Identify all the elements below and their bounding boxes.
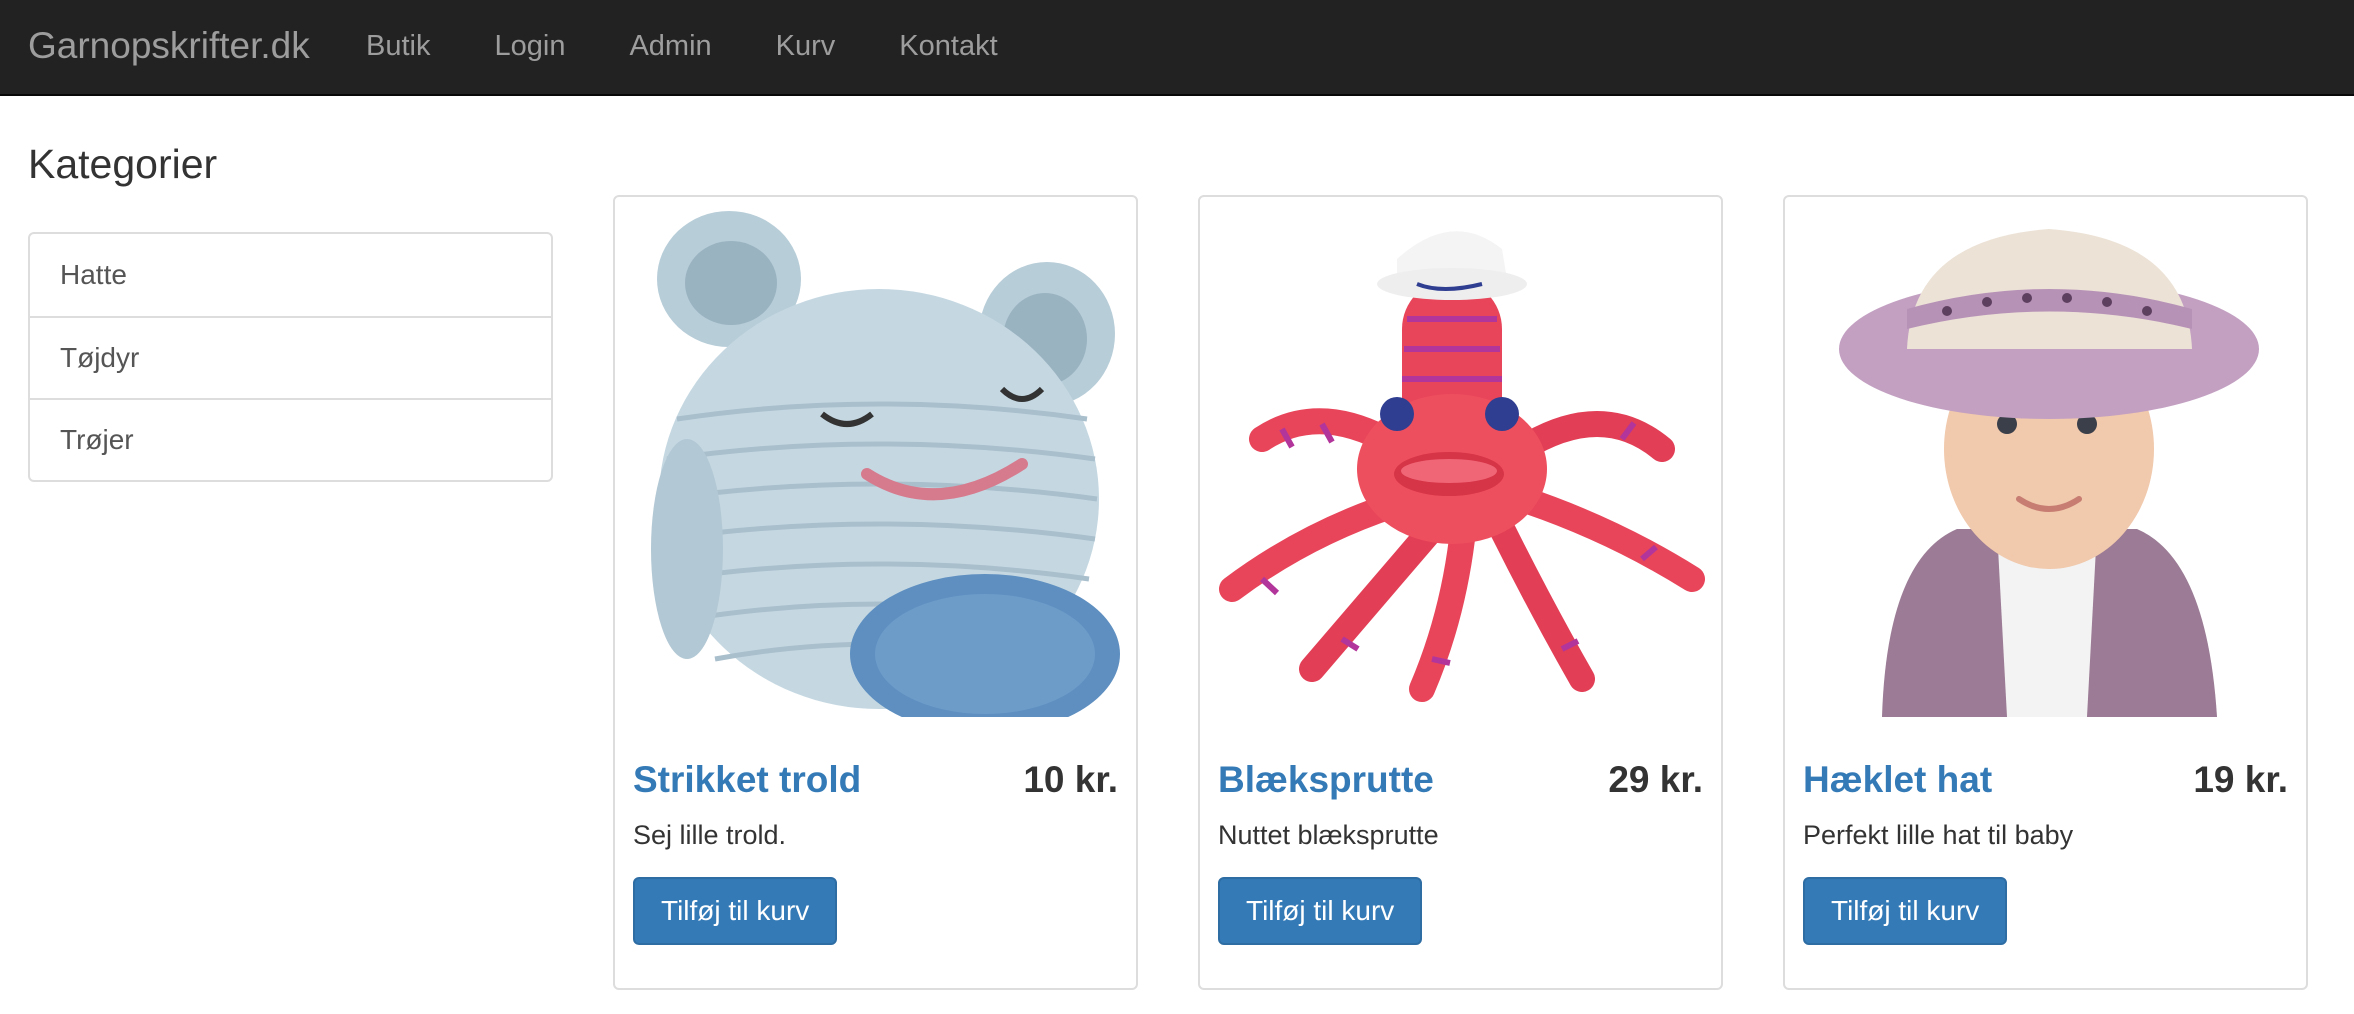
product-title[interactable]: Hæklet hat bbox=[1803, 757, 1992, 803]
add-to-cart-button[interactable]: Tilføj til kurv bbox=[1803, 877, 2008, 945]
top-navbar: Garnopskrifter.dk Butik Login Admin Kurv… bbox=[0, 0, 2354, 96]
category-list: Hatte Tøjdyr Trøjer bbox=[28, 232, 553, 482]
product-title[interactable]: Strikket trold bbox=[633, 757, 861, 803]
product-price: 10 kr. bbox=[1023, 759, 1118, 800]
nav-link-login[interactable]: Login bbox=[494, 26, 565, 66]
product-title[interactable]: Blæksprutte bbox=[1218, 757, 1434, 803]
categories-heading: Kategorier bbox=[28, 141, 218, 187]
category-item-hatte[interactable]: Hatte bbox=[30, 234, 551, 316]
product-description: Perfekt lille hat til baby bbox=[1803, 820, 2074, 850]
nav-link-butik[interactable]: Butik bbox=[366, 26, 430, 66]
product-card: Strikket trold 10 kr. Sej lille trold. T… bbox=[613, 195, 1138, 990]
product-image-hat[interactable] bbox=[1787, 199, 2305, 717]
product-image-octopus[interactable] bbox=[1202, 199, 1720, 717]
product-description: Nuttet blæksprutte bbox=[1218, 820, 1439, 850]
nav-link-kontakt[interactable]: Kontakt bbox=[899, 26, 997, 66]
add-to-cart-button[interactable]: Tilføj til kurv bbox=[1218, 877, 1423, 945]
troll-illustration bbox=[651, 211, 1120, 717]
add-to-cart-button[interactable]: Tilføj til kurv bbox=[633, 877, 838, 945]
baby-hat-illustration bbox=[1787, 199, 2305, 717]
nav-link-admin[interactable]: Admin bbox=[629, 26, 711, 66]
category-item-trojer[interactable]: Trøjer bbox=[30, 398, 551, 480]
octopus-illustration bbox=[1219, 231, 1705, 702]
nav-links: Butik Login Admin Kurv Kontakt bbox=[366, 26, 1062, 66]
product-price: 29 kr. bbox=[1608, 759, 1703, 800]
brand-link[interactable]: Garnopskrifter.dk bbox=[28, 24, 310, 68]
product-price: 19 kr. bbox=[2193, 759, 2288, 800]
nav-link-kurv[interactable]: Kurv bbox=[776, 26, 836, 66]
product-image-troll[interactable] bbox=[617, 199, 1135, 717]
category-item-tojdyr[interactable]: Tøjdyr bbox=[30, 316, 551, 398]
product-card: Blæksprutte 29 kr. Nuttet blæksprutte Ti… bbox=[1198, 195, 1723, 990]
product-description: Sej lille trold. bbox=[633, 820, 787, 850]
product-card: Hæklet hat 19 kr. Perfekt lille hat til … bbox=[1783, 195, 2308, 990]
